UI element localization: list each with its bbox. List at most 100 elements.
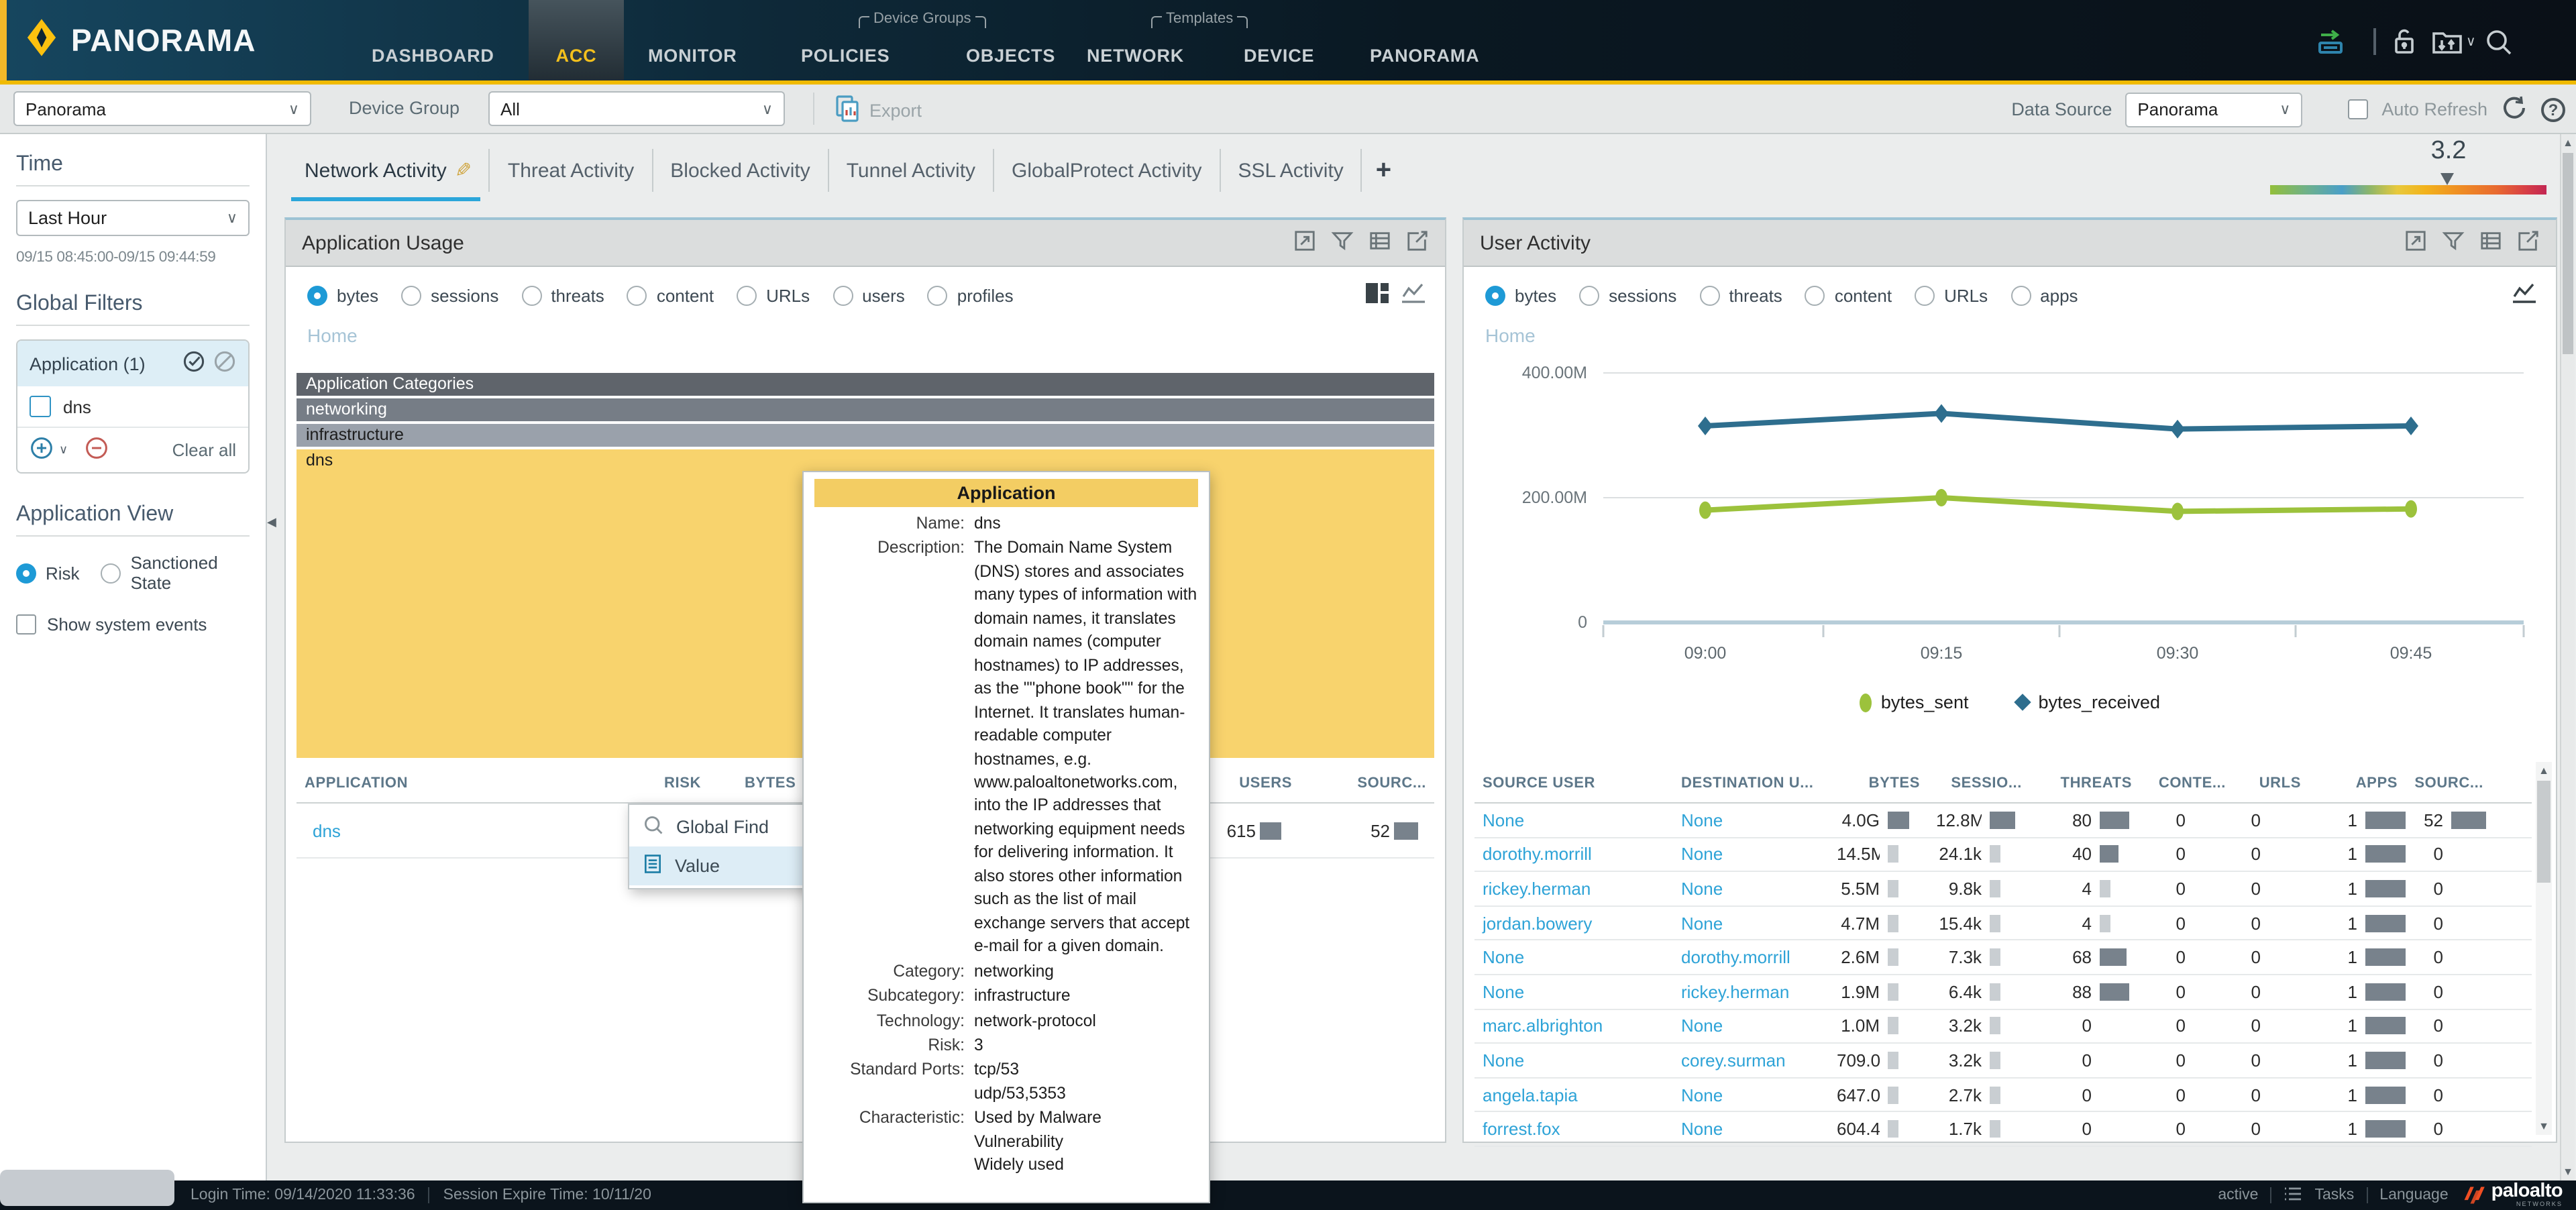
radio-button[interactable] <box>16 563 36 583</box>
radio-apps[interactable]: apps <box>2010 285 2078 305</box>
device-group-select[interactable]: All∨ <box>488 91 785 126</box>
legend-item-bytes_received[interactable]: bytes_received <box>2017 692 2160 712</box>
radio-button[interactable] <box>833 285 853 305</box>
radio-bytes[interactable]: bytes <box>1485 285 1556 305</box>
context-select[interactable]: Panorama∨ <box>13 91 311 126</box>
edit-pencil-icon[interactable]: ✎ <box>455 158 472 182</box>
tab-tunnel-activity[interactable]: Tunnel Activity <box>828 149 993 192</box>
tab-threat-activity[interactable]: Threat Activity <box>489 149 651 192</box>
destination-user-link[interactable]: None <box>1673 1119 1829 1139</box>
nav-item-device[interactable]: DEVICE <box>1244 0 1314 80</box>
table-row[interactable]: forrest.foxNone604.4k1.7k00010 <box>1474 1113 2532 1147</box>
table-row[interactable]: NoneNone4.0G12.8M8000152 <box>1474 804 2532 838</box>
radio-threats[interactable]: threats <box>1699 285 1782 305</box>
destination-user-link[interactable]: None <box>1673 879 1829 899</box>
chevron-down-icon[interactable]: ∨ <box>2466 35 2476 50</box>
radio-button[interactable] <box>1699 285 1719 305</box>
tasks-link[interactable]: Tasks <box>2314 1187 2354 1203</box>
unlock-icon[interactable] <box>2388 27 2419 64</box>
table-scrollbar[interactable]: ▲ ▼ <box>2536 762 2552 1135</box>
scroll-up-icon[interactable]: ▲ <box>2561 137 2575 149</box>
sidebar-collapse-handle[interactable]: ◀ <box>267 515 276 530</box>
breadcrumb-home[interactable]: Home <box>1485 325 1536 346</box>
clear-all-link[interactable]: Clear all <box>172 440 236 460</box>
treemap-band-application-categories[interactable]: Application Categories <box>297 373 1434 396</box>
radio-button[interactable] <box>1805 285 1825 305</box>
source-user-link[interactable]: jordan.bowery <box>1474 913 1673 933</box>
tab-ssl-activity[interactable]: SSL Activity <box>1220 149 1361 192</box>
radio-button[interactable] <box>737 285 757 305</box>
filter-icon[interactable] <box>2442 229 2465 257</box>
table-view-icon[interactable] <box>2479 229 2502 257</box>
scroll-down-icon[interactable]: ▼ <box>2536 1120 2552 1132</box>
radio-button[interactable] <box>1579 285 1599 305</box>
tab-+[interactable]: + <box>1361 149 1405 192</box>
radio-content[interactable]: content <box>627 285 714 305</box>
auto-refresh-checkbox[interactable] <box>2348 99 2368 119</box>
table-row[interactable]: Nonecorey.surman709.0k3.2k00010 <box>1474 1044 2532 1078</box>
application-link[interactable]: dns <box>297 820 656 840</box>
line-chart-view-icon[interactable] <box>1401 282 1426 309</box>
destination-user-link[interactable]: None <box>1673 1016 1829 1036</box>
radio-urls[interactable]: URLs <box>1915 285 1988 305</box>
tab-globalprotect-activity[interactable]: GlobalProtect Activity <box>993 149 1219 192</box>
tasks-icon[interactable] <box>2284 1185 2302 1205</box>
breadcrumb-home[interactable]: Home <box>307 325 358 346</box>
jump-to-icon[interactable] <box>2517 229 2540 257</box>
language-link[interactable]: Language <box>2379 1187 2448 1203</box>
nav-item-monitor[interactable]: MONITOR <box>648 0 737 80</box>
source-user-link[interactable]: None <box>1474 810 1673 830</box>
source-user-link[interactable]: None <box>1474 947 1673 967</box>
destination-user-link[interactable]: None <box>1673 810 1829 830</box>
add-filter-icon[interactable] <box>30 436 54 464</box>
radio-content[interactable]: content <box>1805 285 1892 305</box>
table-row[interactable]: jordan.boweryNone4.7M15.4k40010 <box>1474 907 2532 941</box>
treemap-band-infrastructure[interactable]: infrastructure <box>297 424 1434 447</box>
dns-filter-checkbox[interactable] <box>30 396 51 417</box>
table-row[interactable]: Nonedorothy.morrill2.6M7.3k680010 <box>1474 941 2532 975</box>
scroll-up-icon[interactable]: ▲ <box>2536 765 2552 777</box>
radio-risk[interactable]: Risk <box>16 553 80 593</box>
radio-button[interactable] <box>307 285 327 305</box>
source-user-link[interactable]: marc.albrighton <box>1474 1016 1673 1036</box>
nav-item-acc[interactable]: ACC <box>529 0 624 80</box>
line-chart-view-icon[interactable] <box>2512 282 2537 309</box>
radio-button[interactable] <box>521 285 541 305</box>
data-source-select[interactable]: Panorama∨ <box>2125 92 2302 127</box>
nav-item-panorama[interactable]: PANORAMA <box>1370 0 1479 80</box>
search-icon[interactable] <box>2483 27 2516 66</box>
maximize-icon[interactable] <box>2404 229 2427 257</box>
destination-user-link[interactable]: corey.surman <box>1673 1050 1829 1070</box>
commit-status-icon[interactable] <box>2316 27 2345 63</box>
radio-sanctioned-state[interactable]: Sanctioned State <box>101 553 250 593</box>
table-row[interactable]: dorothy.morrillNone14.5M24.1k400010 <box>1474 838 2532 872</box>
time-select[interactable]: Last Hour∨ <box>16 200 250 236</box>
treemap-view-icon[interactable] <box>1364 282 1390 309</box>
radio-sessions[interactable]: sessions <box>1579 285 1676 305</box>
table-row[interactable]: rickey.hermanNone5.5M9.8k40010 <box>1474 872 2532 906</box>
radio-button[interactable] <box>401 285 421 305</box>
source-user-link[interactable]: None <box>1474 982 1673 1002</box>
filter-icon[interactable] <box>1331 229 1354 257</box>
radio-button[interactable] <box>101 563 121 583</box>
radio-sessions[interactable]: sessions <box>401 285 498 305</box>
maximize-icon[interactable] <box>1293 229 1316 257</box>
refresh-icon[interactable] <box>2501 94 2528 125</box>
negate-filter-icon[interactable] <box>213 350 236 377</box>
legend-item-bytes_sent[interactable]: bytes_sent <box>1860 692 1969 712</box>
destination-user-link[interactable]: None <box>1673 844 1829 865</box>
radio-button[interactable] <box>627 285 647 305</box>
radio-profiles[interactable]: profiles <box>928 285 1014 305</box>
select-all-icon[interactable] <box>182 350 205 377</box>
source-user-link[interactable]: angela.tapia <box>1474 1085 1673 1105</box>
source-user-link[interactable]: rickey.herman <box>1474 879 1673 899</box>
table-row[interactable]: marc.albrightonNone1.0M3.2k00010 <box>1474 1009 2532 1044</box>
destination-user-link[interactable]: rickey.herman <box>1673 982 1829 1002</box>
export-button[interactable]: Export <box>835 94 922 127</box>
tab-blocked-activity[interactable]: Blocked Activity <box>651 149 827 192</box>
destination-user-link[interactable]: None <box>1673 913 1829 933</box>
brand[interactable]: PANORAMA <box>24 17 256 64</box>
table-view-icon[interactable] <box>1368 229 1391 257</box>
radio-button[interactable] <box>1485 285 1505 305</box>
scrollbar-thumb[interactable] <box>2537 781 2551 883</box>
